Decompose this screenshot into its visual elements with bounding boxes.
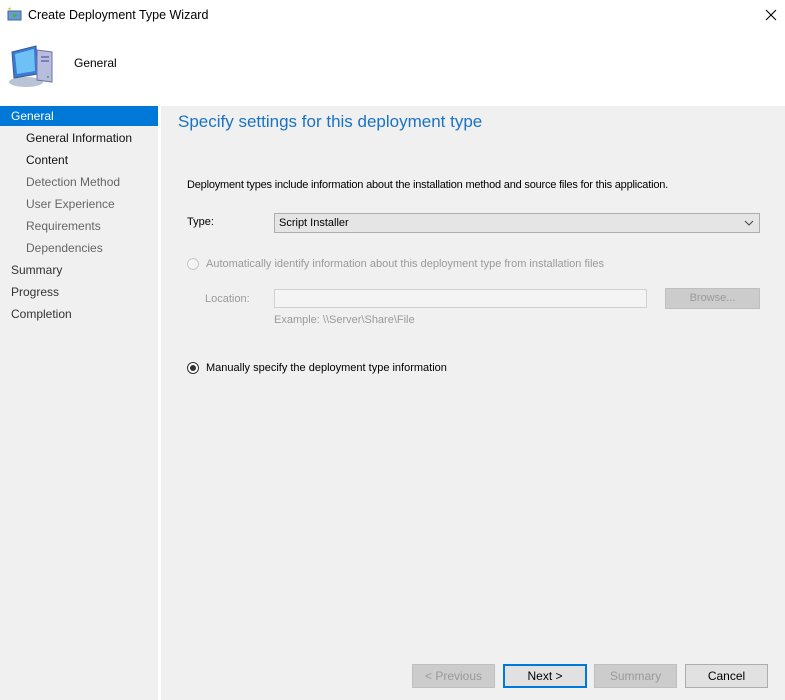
sidebar-item-progress[interactable]: Progress	[0, 282, 158, 302]
type-dropdown[interactable]: Script Installer	[274, 213, 760, 233]
close-button[interactable]	[752, 0, 785, 30]
header-step-label: General	[74, 56, 117, 70]
location-input[interactable]	[274, 289, 647, 308]
type-label: Type:	[187, 216, 214, 228]
sidebar-item-detection-method[interactable]: Detection Method	[0, 172, 158, 192]
next-button[interactable]: Next >	[503, 664, 587, 688]
page-description: Deployment types include information abo…	[187, 179, 669, 191]
type-dropdown-value: Script Installer	[279, 217, 349, 229]
sidebar-item-requirements[interactable]: Requirements	[0, 216, 158, 236]
sidebar-item-content[interactable]: Content	[0, 150, 158, 170]
location-example: Example: \\Server\Share\File	[274, 314, 415, 326]
manual-specify-radio[interactable]	[187, 362, 199, 374]
sidebar-item-user-experience[interactable]: User Experience	[0, 194, 158, 214]
auto-identify-radio[interactable]	[187, 258, 199, 270]
window-title: Create Deployment Type Wizard	[28, 8, 209, 22]
sidebar-item-general[interactable]: General	[0, 106, 158, 126]
summary-button[interactable]: Summary	[594, 664, 677, 688]
sidebar-item-dependencies[interactable]: Dependencies	[0, 238, 158, 258]
previous-button[interactable]: < Previous	[412, 664, 495, 688]
close-icon	[765, 9, 777, 21]
sidebar-item-completion[interactable]: Completion	[0, 304, 158, 324]
manual-specify-label: Manually specify the deployment type inf…	[206, 362, 447, 374]
chevron-down-icon	[744, 220, 754, 226]
wizard-icon	[7, 7, 22, 21]
title-bar: Create Deployment Type Wizard	[0, 0, 785, 30]
wizard-steps-sidebar: General General Information Content Dete…	[0, 106, 158, 700]
computer-icon	[9, 45, 53, 87]
auto-identify-label: Automatically identify information about…	[206, 258, 605, 270]
cancel-button[interactable]: Cancel	[685, 664, 768, 688]
page-title: Specify settings for this deployment typ…	[178, 112, 483, 131]
browse-button[interactable]: Browse...	[665, 288, 760, 309]
wizard-content: Specify settings for this deployment typ…	[161, 106, 785, 700]
wizard-header: General	[0, 30, 785, 106]
sidebar-item-general-information[interactable]: General Information	[0, 128, 158, 148]
location-label: Location:	[205, 293, 250, 305]
sidebar-item-summary[interactable]: Summary	[0, 260, 158, 280]
